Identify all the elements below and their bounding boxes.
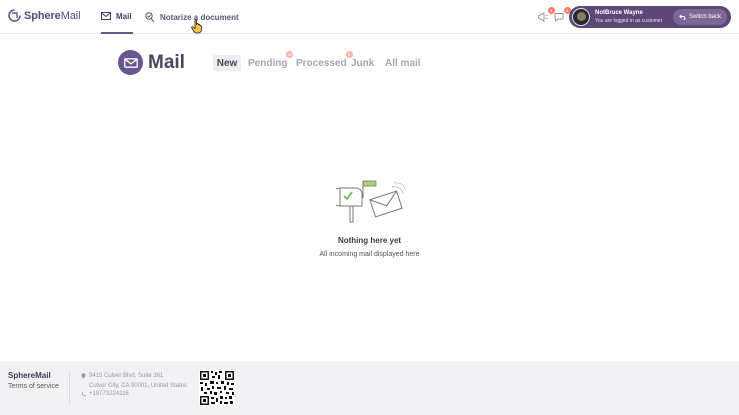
tab-pending[interactable]: Pending 15 [248, 51, 294, 71]
footer-phone: +18773224116 [81, 391, 129, 397]
footer-address: 9415 Culver Blvd, Suite 361 Culver City,… [81, 371, 187, 391]
address-line-2: Culver City, CA 90001, United States [89, 383, 187, 389]
nav-mail-label: Mail [116, 11, 132, 21]
empty-state-title: Nothing here yet [337, 236, 402, 245]
avatar[interactable] [572, 8, 590, 26]
stamp-icon [145, 12, 155, 22]
brand-logo[interactable]: SphereMail [8, 9, 81, 22]
tab-new-label: New [216, 57, 238, 69]
empty-state-subtitle: All incoming mail displayed here [319, 251, 420, 258]
tab-processed[interactable]: Processed 9 [296, 51, 353, 71]
footer: SphereMail Terms of service 9415 Culver … [0, 361, 739, 415]
hand-cursor-icon [191, 19, 202, 34]
qr-code [199, 370, 235, 406]
page-title-row: Mail [118, 50, 185, 75]
tab-new[interactable]: New [213, 55, 241, 71]
terms-of-service-link[interactable]: Terms of service [8, 383, 59, 390]
location-pin-icon [81, 373, 86, 379]
sphere-logo-icon [8, 9, 21, 22]
tab-all-mail[interactable]: All mail [385, 55, 421, 71]
nav-mail-tab[interactable]: Mail [101, 0, 133, 34]
announcements-button[interactable]: 1 [537, 7, 555, 24]
footer-divider [69, 371, 70, 405]
address-line-1: 9415 Culver Blvd, Suite 361 [89, 373, 164, 379]
tab-junk[interactable]: Junk [351, 55, 374, 71]
user-name: NotBruce Wayne [595, 10, 643, 16]
phone-icon [81, 392, 86, 396]
user-role-text: You are logged in as customer [595, 18, 663, 24]
switch-back-label: Switch back [688, 14, 721, 20]
tab-all-mail-label: All mail [385, 57, 421, 69]
user-info: NotBruce Wayne You are logged in as cust… [595, 9, 662, 25]
chat-bubble-icon [554, 13, 564, 23]
phone-number: +18773224116 [89, 391, 129, 397]
undo-arrow-icon [679, 14, 686, 20]
envelope-icon [101, 12, 111, 20]
tab-processed-label: Processed [296, 57, 347, 69]
footer-brand: SphereMail [8, 371, 51, 380]
top-header: SphereMail Mail Notarize a document 1 1 [0, 0, 739, 34]
notifications-button[interactable]: 1 [553, 7, 571, 24]
user-account-pill: NotBruce Wayne You are logged in as cust… [569, 6, 731, 28]
mail-title-icon [118, 50, 143, 75]
page-title: Mail [148, 51, 185, 73]
mailbox-illustration [336, 180, 406, 223]
megaphone-icon [538, 12, 548, 22]
tab-junk-label: Junk [351, 57, 375, 69]
brand-name: SphereMail [24, 9, 81, 22]
tab-pending-badge: 15 [286, 51, 294, 58]
tab-pending-label: Pending [248, 57, 288, 69]
switch-back-button[interactable]: Switch back [673, 9, 727, 25]
